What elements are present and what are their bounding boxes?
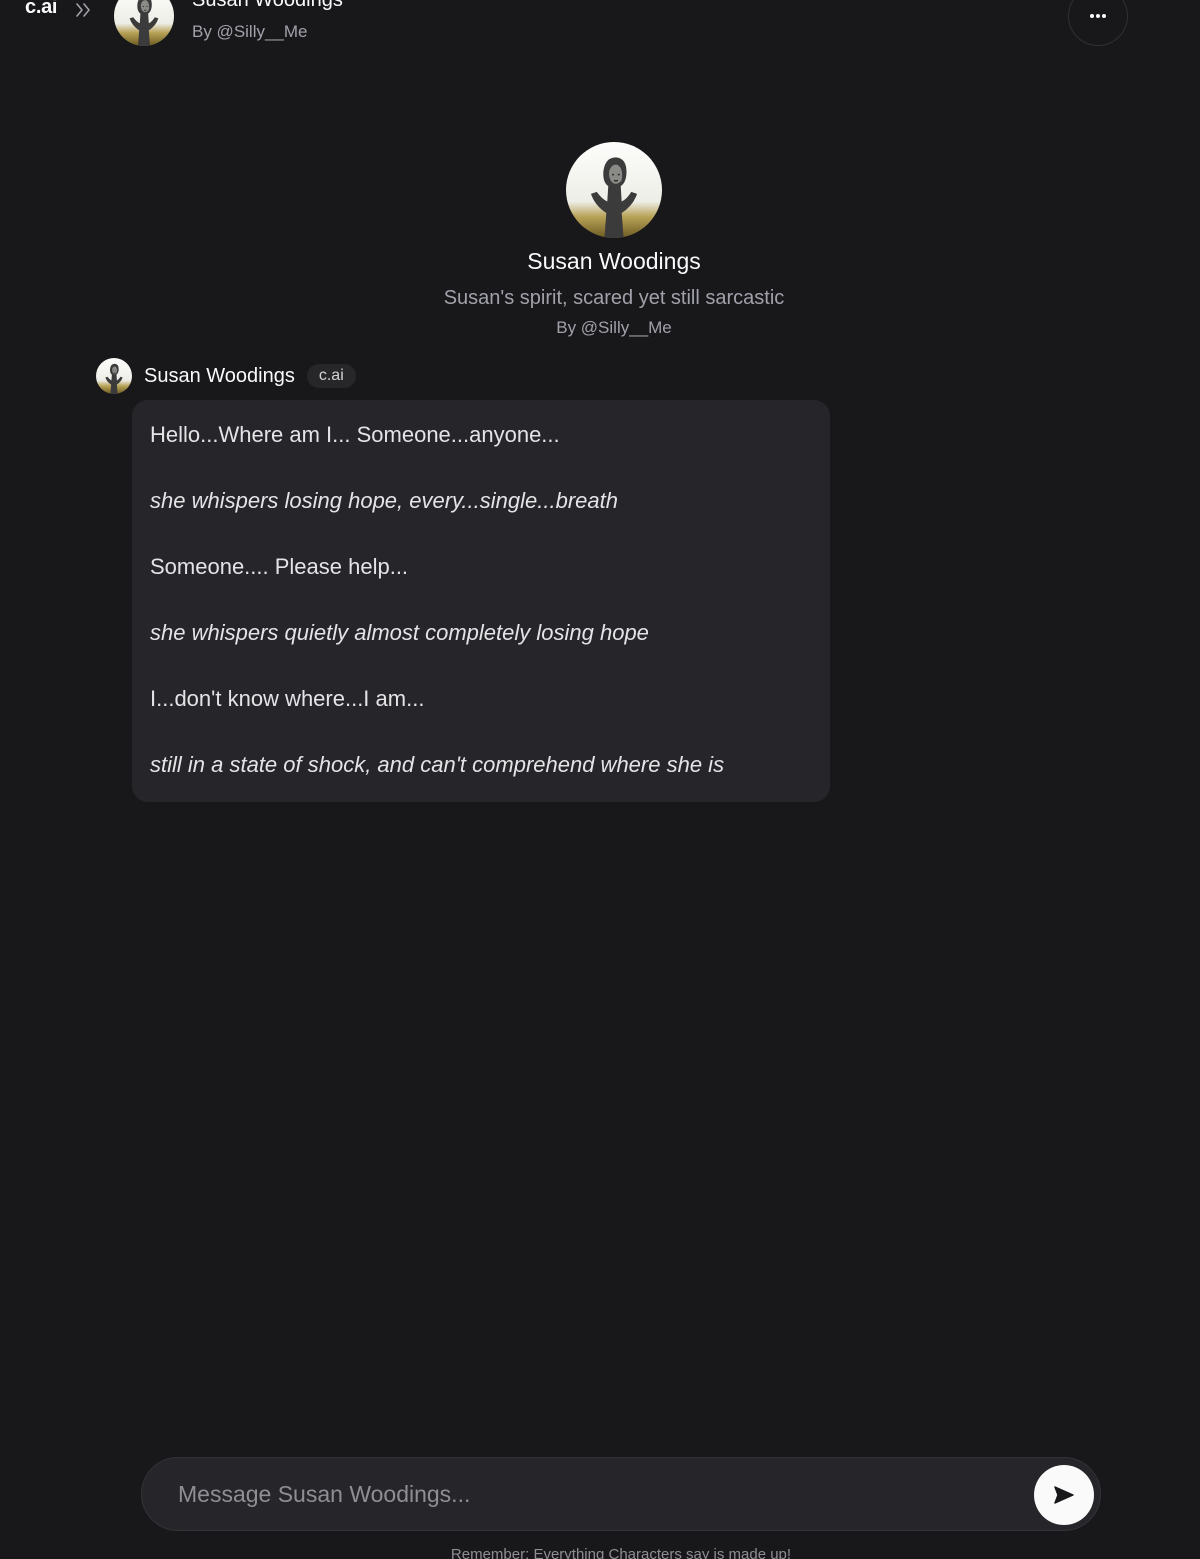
character-avatar[interactable] [114, 0, 174, 46]
message-action-line: still in a state of shock, and can't com… [150, 752, 725, 777]
message-avatar[interactable] [96, 358, 132, 394]
message-sender: Susan Woodings [144, 364, 295, 387]
intro-avatar[interactable] [566, 142, 662, 238]
message-line: Someone.... Please help... [150, 554, 409, 579]
message-input[interactable] [178, 1458, 1018, 1530]
intro-author[interactable]: By @Silly__Me [0, 317, 1200, 339]
character-intro: Susan Woodings Susan's spirit, scared ye… [0, 142, 1200, 339]
chevrons-right-icon[interactable] [72, 0, 94, 21]
more-options-button[interactable] [1068, 0, 1128, 46]
top-bar: c.ai Susan Woodings By @Silly__Me [0, 0, 1200, 60]
disclaimer-text: Remember: Everything Characters say is m… [450, 1546, 792, 1559]
intro-tagline: Susan's spirit, scared yet still sarcast… [443, 287, 785, 309]
message-action-line: she whispers quietly almost completely l… [150, 620, 649, 645]
message-header: Susan Woodings c.ai [96, 358, 356, 394]
character-author[interactable]: By @Silly__Me [192, 22, 308, 42]
message-line: I...don't know where...I am... [150, 686, 425, 711]
ai-badge: c.ai [306, 364, 356, 388]
chat-page: c.ai Susan Woodings By @Silly__Me Susan … [0, 0, 1200, 1559]
message-action-line: she whispers losing hope, every...single… [150, 488, 618, 513]
message-composer [141, 1457, 1101, 1531]
send-button[interactable] [1034, 1465, 1094, 1525]
more-horizontal-icon [1090, 14, 1106, 18]
intro-name: Susan Woodings [527, 248, 701, 274]
message-line: Hello...Where am I... Someone...anyone..… [150, 422, 560, 447]
message-bubble: Hello...Where am I... Someone...anyone..… [132, 400, 830, 802]
send-icon [1054, 1486, 1074, 1504]
character-name[interactable]: Susan Woodings [192, 0, 343, 12]
app-logo[interactable]: c.ai [25, 0, 57, 19]
